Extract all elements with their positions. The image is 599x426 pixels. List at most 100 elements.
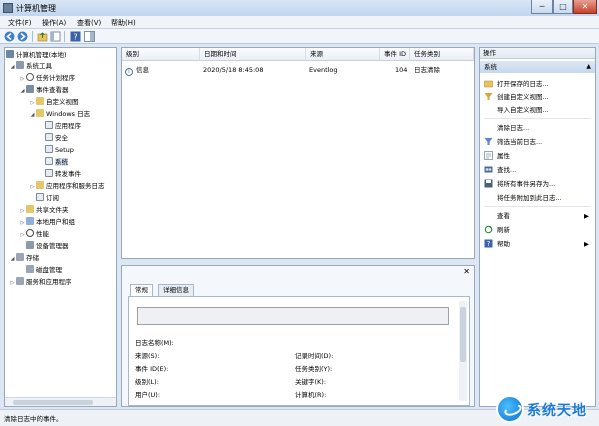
scrollbar-thumb[interactable] (460, 307, 466, 362)
action-refresh[interactable]: 刷新 (484, 224, 510, 236)
action-help[interactable]: ? 帮助 ▶ (484, 238, 589, 250)
folder-open-icon (484, 80, 493, 88)
title-bar: 计算机管理 ─ □ ✕ (0, 0, 599, 16)
event-detail-pane: ✕ 常规 详细信息 日志名称(M): 来源(S): 事件 ID(E): 级别(L… (121, 265, 475, 407)
scrollbar-thumb[interactable] (13, 400, 93, 405)
help-icon[interactable]: ? (70, 31, 81, 42)
menu-action[interactable]: 操作(A) (42, 18, 66, 28)
tools-icon (16, 61, 24, 69)
tree-item-local-users[interactable]: ▷ 本地用户和组 (19, 217, 75, 228)
event-category: 日志清除 (414, 66, 440, 74)
tree-item-device-manager[interactable]: 设备管理器 (26, 241, 69, 252)
folder-icon (36, 109, 44, 117)
forward-arrow-icon[interactable] (17, 31, 28, 42)
event-list: 级别 日期和时间 来源 事件 ID 任务类别 i 信息 2020/5/18 8:4… (121, 47, 475, 259)
expand-arrow-icon[interactable]: ▷ (19, 206, 26, 217)
help-icon: ? (484, 239, 493, 248)
action-view[interactable]: 查看 ▶ (484, 210, 589, 222)
menu-bar: 文件(F) 操作(A) 查看(V) 帮助(H) (0, 16, 599, 29)
tab-details[interactable]: 详细信息 (158, 284, 194, 296)
submenu-arrow-icon: ▶ (584, 240, 589, 248)
column-datetime[interactable]: 日期和时间 (200, 48, 306, 61)
tree-item-computer-management[interactable]: 计算机管理(本地) (6, 50, 67, 61)
tree-item-setup[interactable]: Setup (45, 145, 74, 156)
action-properties[interactable]: 属性 (484, 150, 510, 162)
folder-icon (36, 97, 44, 105)
tree-item-task-scheduler[interactable]: ▷ 任务计划程序 (19, 73, 75, 84)
tree-item-event-viewer[interactable]: ◢ 事件查看器 (19, 85, 69, 96)
services-icon (16, 277, 24, 285)
tree-item-forwarded-events[interactable]: 转发事件 (45, 169, 81, 180)
event-id-label: 事件 ID(E): (135, 365, 169, 373)
refresh-icon (484, 225, 493, 234)
tree-item-storage[interactable]: ◢ 存储 (9, 253, 39, 264)
action-open-saved-log[interactable]: 打开保存的日志... (484, 78, 549, 90)
menu-help[interactable]: 帮助(H) (111, 18, 136, 28)
actions-header: 操作 (480, 48, 595, 59)
expand-arrow-icon[interactable]: ▷ (19, 74, 26, 85)
tree-item-disk-management[interactable]: 磁盘管理 (26, 265, 62, 276)
horizontal-scrollbar[interactable] (5, 397, 116, 406)
storage-icon (16, 253, 24, 261)
performance-icon (26, 229, 34, 237)
expand-arrow-icon[interactable]: ▷ (29, 98, 36, 109)
log-icon (45, 157, 53, 165)
collapse-up-icon[interactable]: ▲ (586, 61, 591, 73)
tree-item-services-apps[interactable]: ▷ 服务和应用程序 (9, 277, 72, 288)
tab-general[interactable]: 常规 (130, 284, 153, 296)
action-attach-task[interactable]: 将任务附加到此日志... (484, 192, 562, 204)
action-clear-log[interactable]: 清除日志... (484, 122, 529, 134)
toolbar-separator (64, 31, 65, 42)
tree-item-system[interactable]: 系统 (45, 157, 68, 168)
close-icon[interactable]: ✕ (463, 267, 470, 276)
tree-item-custom-views[interactable]: ▷ 自定义视图 (29, 97, 79, 108)
column-task-category[interactable]: 任务类别 (410, 48, 474, 61)
collapse-arrow-icon[interactable]: ◢ (9, 62, 16, 73)
tree-item-application[interactable]: 应用程序 (45, 121, 81, 132)
expand-arrow-icon[interactable]: ▷ (29, 182, 36, 193)
back-arrow-icon[interactable] (4, 31, 15, 42)
log-icon (45, 169, 53, 177)
expand-arrow-icon[interactable]: ▷ (19, 230, 26, 241)
vertical-scrollbar[interactable] (459, 301, 467, 401)
collapse-arrow-icon[interactable]: ◢ (9, 254, 16, 265)
keywords-label: 关键字(K): (295, 378, 327, 386)
minimize-button[interactable]: ─ (531, 0, 553, 14)
tree-item-app-service-logs[interactable]: ▷ 应用程序和服务日志 (29, 181, 105, 192)
tree-item-performance[interactable]: ▷ 性能 (19, 229, 49, 240)
tree-item-system-tools[interactable]: ◢ 系统工具 (9, 61, 52, 72)
tree-item-security[interactable]: 安全 (45, 133, 68, 144)
action-create-custom-view[interactable]: 创建自定义视图... (484, 91, 549, 103)
actions-pane: 操作 系统 ▲ 打开保存的日志... 创建自定义视图... 导入自定义视图... … (479, 47, 596, 407)
action-import-custom-view[interactable]: 导入自定义视图... (484, 104, 549, 116)
actions-section-system[interactable]: 系统 ▲ (480, 61, 595, 73)
show-hide-tree-icon[interactable] (50, 31, 61, 42)
tree-item-windows-logs[interactable]: ◢ Windows 日志 (29, 109, 90, 120)
action-filter-current-log[interactable]: 筛选当前日志... (484, 136, 542, 148)
watermark-text: 系统天地 (527, 403, 587, 419)
action-pane-icon[interactable] (84, 31, 95, 42)
tree-item-subscriptions[interactable]: 订阅 (36, 193, 59, 204)
up-folder-icon[interactable] (37, 31, 48, 42)
menu-file[interactable]: 文件(F) (8, 18, 32, 28)
column-level[interactable]: 级别 (122, 48, 200, 61)
computer-icon (6, 50, 14, 58)
column-event-id[interactable]: 事件 ID (380, 48, 410, 61)
expand-arrow-icon[interactable]: ▷ (9, 278, 16, 289)
toolbar: ? (0, 29, 599, 44)
action-save-all-events[interactable]: 将所有事件另存为... (484, 178, 555, 190)
tree-item-shared-folders[interactable]: ▷ 共享文件夹 (19, 205, 69, 216)
menu-view[interactable]: 查看(V) (77, 18, 101, 28)
event-message-box[interactable] (137, 307, 449, 325)
expand-arrow-icon[interactable]: ▷ (19, 218, 26, 229)
watermark: 系统天地 (492, 393, 599, 426)
collapse-arrow-icon[interactable]: ◢ (19, 86, 26, 97)
submenu-arrow-icon: ▶ (584, 212, 589, 220)
maximize-button[interactable]: □ (553, 0, 573, 14)
collapse-arrow-icon[interactable]: ◢ (29, 110, 36, 121)
action-find[interactable]: 查找... (484, 164, 516, 176)
column-source[interactable]: 来源 (306, 48, 380, 61)
source-label: 来源(S): (135, 352, 160, 360)
close-button[interactable]: ✕ (573, 0, 597, 14)
user-label: 用户(U): (135, 391, 161, 399)
